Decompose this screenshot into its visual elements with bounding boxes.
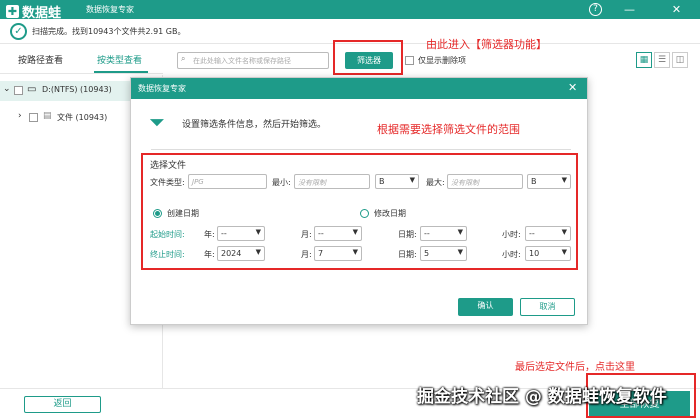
detail-view-icon[interactable]: ◫ [672,52,688,68]
create-date-radio[interactable] [153,209,162,218]
cancel-button[interactable]: 取消 [520,298,575,316]
dropdown-arrow-icon: ▼ [255,248,261,256]
view-tabs: 按路径查看 按类型查看 [0,44,163,74]
start-hour-select[interactable]: -- ▼ [525,226,571,241]
tab-by-type[interactable]: 按类型查看 [97,53,142,66]
start-time-label: 起始时间: [150,230,185,239]
end-hour-value: 10 [529,249,540,258]
dropdown-arrow-icon: ▼ [255,228,261,236]
chevron-right-icon[interactable]: › [18,111,22,121]
dropdown-arrow-icon: ▼ [457,248,463,256]
chevron-down-icon[interactable]: ⌄ [3,84,11,94]
max-size-input[interactable]: 没有限制 [447,174,523,189]
filter-dialog: 数据恢复专家 ✕ ⏷ 设置筛选条件信息，然后开始筛选。 根据需要选择筛选文件的范… [130,77,588,325]
minimize-icon[interactable]: — [622,2,637,17]
confirm-button[interactable]: 确认 [458,298,513,316]
start-day-select[interactable]: -- ▼ [420,226,467,241]
divider [151,149,571,150]
file-type-input[interactable]: JPG [188,174,267,189]
drive-icon: ▭ [27,84,37,95]
grid-view-icon[interactable]: ▦ [636,52,652,68]
highlight-filter-box [333,40,403,75]
dialog-close-icon[interactable]: ✕ [568,81,577,94]
modify-date-label: 修改日期 [374,209,406,218]
end-month-value: 7 [318,249,324,258]
back-button[interactable]: 返回 [24,396,101,413]
dropdown-arrow-icon: ▼ [352,248,358,256]
folder-checkbox[interactable] [29,113,38,122]
drive-label: D:(NTFS) (10943) [42,85,112,94]
search-icon: ⌕ [181,54,186,63]
annotation-bottom: 最后选定文件后，点击这里 [515,362,635,373]
dropdown-arrow-icon: ▼ [561,248,567,256]
start-hour-label: 小时: [502,230,521,239]
start-year-value: -- [221,229,227,238]
start-year-select[interactable]: -- ▼ [217,226,265,241]
check-icon: ✓ [10,23,27,40]
active-tab-indicator [94,71,148,73]
dropdown-arrow-icon: ▼ [409,176,415,184]
start-day-value: -- [424,229,430,238]
create-date-label: 创建日期 [167,209,199,218]
show-deleted-checkbox[interactable] [405,56,414,65]
show-deleted-label: 仅显示删除项 [418,56,466,65]
radio-dot [155,211,160,216]
drive-checkbox[interactable] [14,86,23,95]
max-unit-select[interactable]: B ▼ [527,174,571,189]
folder-label: 文件 (10943) [57,113,108,122]
dropdown-arrow-icon: ▼ [352,228,358,236]
close-icon[interactable]: ✕ [669,2,684,17]
min-unit-value: B [379,177,385,186]
dropdown-arrow-icon: ▼ [561,176,567,184]
select-file-label: 选择文件 [150,161,187,171]
end-month-select[interactable]: 7 ▼ [314,246,362,261]
app-title: 数据恢复专家 [86,5,134,14]
start-month-label: 月: [301,230,312,239]
end-time-label: 终止时间: [150,250,185,259]
search-input[interactable]: 在此处输入文件名称或保存路径 [177,52,329,69]
scan-status-text: 扫描完成。找到10943个文件共2.91 GB。 [32,27,186,36]
end-month-label: 月: [301,250,312,259]
start-day-label: 日期: [398,230,417,239]
help-icon[interactable]: ? [589,3,602,16]
end-day-select[interactable]: 5 ▼ [420,246,467,261]
watermark: 掘金技术社区 @ 数据蛙恢复软件 [417,387,667,407]
min-unit-select[interactable]: B ▼ [375,174,419,189]
start-month-select[interactable]: -- ▼ [314,226,362,241]
folder-icon: ▤ [43,111,52,121]
end-year-select[interactable]: 2024 ▼ [217,246,265,261]
start-hour-value: -- [529,229,535,238]
start-year-label: 年: [204,230,215,239]
end-year-label: 年: [204,250,215,259]
end-day-label: 日期: [398,250,417,259]
dialog-title-bar: 数据恢复专家 ✕ [131,78,587,99]
dropdown-arrow-icon: ▼ [457,228,463,236]
max-unit-value: B [531,177,537,186]
min-size-input[interactable]: 没有限制 [294,174,370,189]
title-bar: ✚ 数据蛙 数据恢复专家 ? — ✕ [0,0,700,21]
dialog-instruction: 设置筛选条件信息，然后开始筛选。 [182,120,327,130]
annotation-top: 由此进入【筛选器功能】 [426,38,547,51]
end-hour-label: 小时: [502,250,521,259]
file-type-label: 文件类型: [150,178,185,187]
annotation-middle: 根据需要选择筛选文件的范围 [377,123,520,136]
dropdown-arrow-icon: ▼ [561,228,567,236]
start-month-value: -- [318,229,324,238]
min-size-label: 最小: [272,178,291,187]
end-hour-select[interactable]: 10 ▼ [525,246,571,261]
list-view-icon[interactable]: ☰ [654,52,670,68]
frog-logo-icon: ✚ [6,5,19,18]
funnel-icon: ⏷ [149,110,165,134]
dialog-title: 数据恢复专家 [138,84,186,93]
modify-date-radio[interactable] [360,209,369,218]
max-size-label: 最大: [426,178,445,187]
end-day-value: 5 [424,249,430,258]
end-year-value: 2024 [221,249,242,258]
tab-by-path[interactable]: 按路径查看 [18,53,63,66]
